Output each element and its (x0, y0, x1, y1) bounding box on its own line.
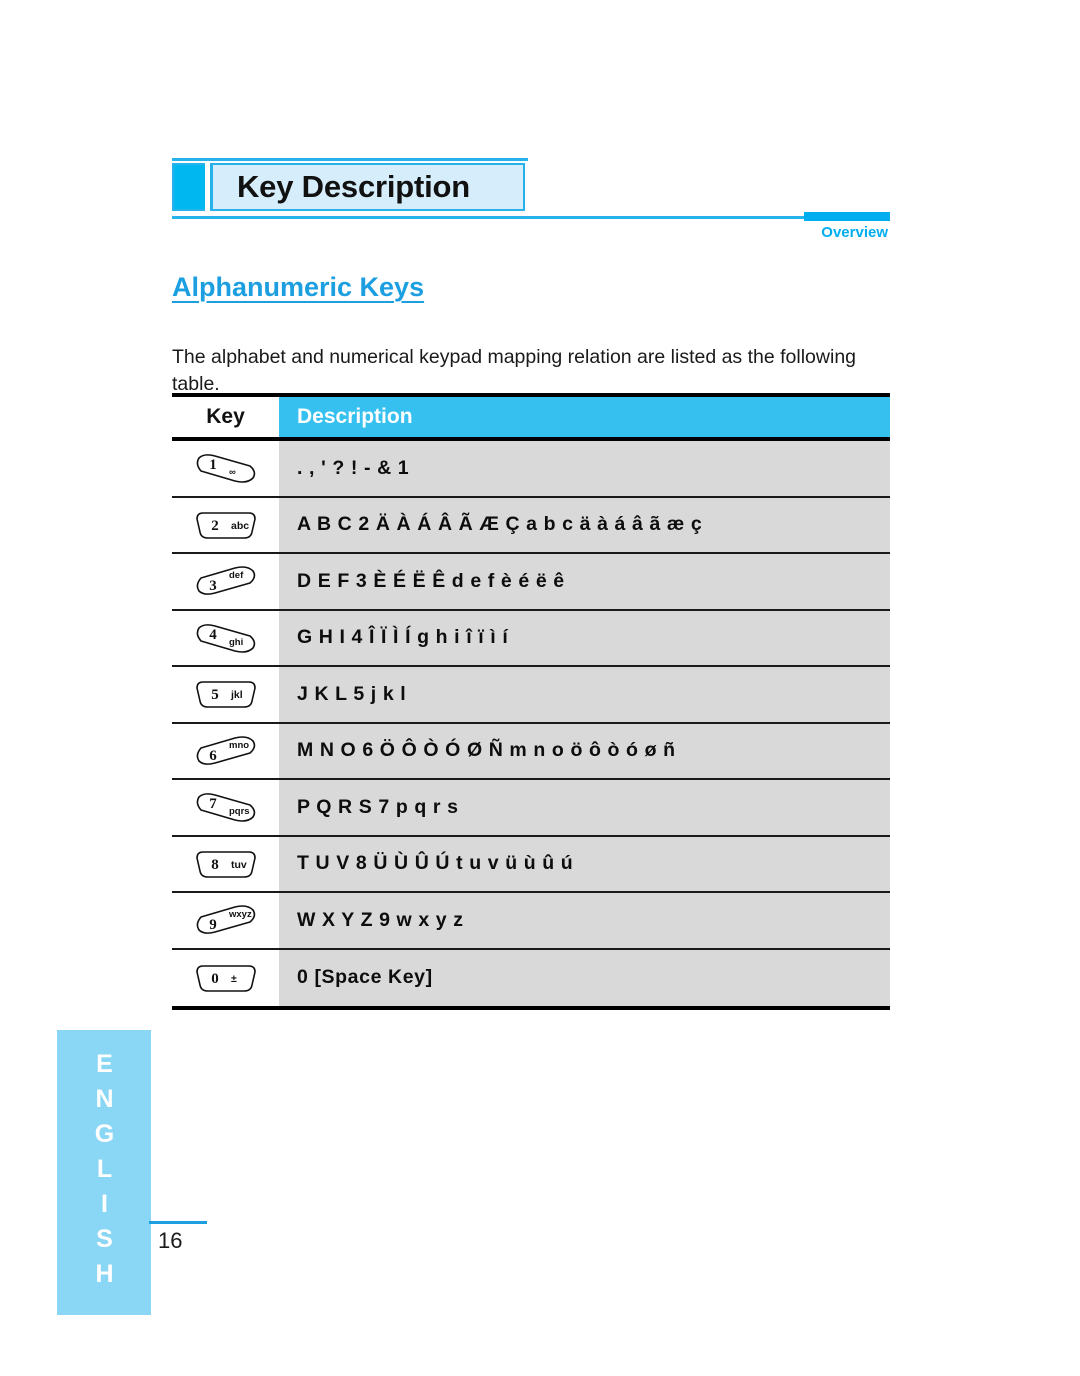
svg-text:mno: mno (229, 740, 249, 751)
language-side-tab: ENGLISH (57, 1030, 151, 1315)
header-top-rule (172, 158, 528, 161)
page-header: Key Description Overview (172, 158, 890, 241)
keypad-key-4-icon: 4 ghi (172, 610, 279, 665)
page-number: 16 (158, 1228, 183, 1253)
table-cell-description: 0 [Space Key] (279, 949, 890, 1006)
keypad-key-5-icon: 5 jkl (172, 667, 279, 722)
keypad-key-7-icon: 7 pqrs (172, 780, 279, 835)
manual-page: Key Description Overview Alphanumeric Ke… (0, 0, 1080, 1376)
table-cell-description: G H I 4 Î Ï Ì Í g h i î ï ì í (279, 610, 890, 665)
table-row: 4 ghi G H I 4 Î Ï Ì Í g h i î ï ì í (172, 610, 890, 667)
svg-text:2: 2 (211, 518, 219, 534)
page-title: Key Description (237, 169, 471, 204)
svg-text:def: def (229, 570, 244, 581)
keypad-key-1-icon: 1 ∞ (172, 441, 279, 496)
keypad-key-9-icon: 9 wxyz (172, 893, 279, 948)
keypad-key-3-icon: 3 def (172, 554, 279, 609)
header-section-bar (804, 212, 890, 221)
svg-text:abc: abc (231, 520, 249, 532)
table-body: 1 ∞ . , ' ? ! - & 1 2 abc A B C 2 Ä À Á … (172, 441, 890, 1006)
table-row: 2 abc A B C 2 Ä À Á Â Ã Æ Ç a b c ä à á … (172, 497, 890, 554)
svg-text:jkl: jkl (230, 689, 243, 701)
keypad-key-6-icon: 6 mno (172, 723, 279, 778)
section-tag-label: Overview (821, 224, 888, 241)
table-cell-description: J K L 5 j k l (279, 667, 890, 722)
svg-text:7: 7 (209, 796, 217, 812)
table-row: 0 ± 0 [Space Key] (172, 949, 890, 1006)
svg-text:ghi: ghi (229, 637, 243, 648)
table-row: 7 pqrs P Q R S 7 p q r s (172, 780, 890, 837)
keypad-key-0-icon: 0 ± (172, 949, 279, 1006)
header-bottom-rule (172, 216, 890, 219)
header-accent-square (172, 163, 205, 211)
header-title-box: Key Description (210, 163, 525, 211)
svg-text:9: 9 (209, 917, 217, 933)
svg-text:0: 0 (211, 971, 219, 987)
table-row: 9 wxyz W X Y Z 9 w x y z (172, 893, 890, 950)
key-description-table: Key Description 1 ∞ . , ' ? ! - & 1 2 ab… (172, 393, 890, 1010)
table-bottom-rule (172, 1006, 890, 1010)
table-cell-description: D E F 3 È É Ë Ê d e f è é ë ê (279, 554, 890, 609)
table-header-key: Key (172, 397, 279, 437)
table-row: 1 ∞ . , ' ? ! - & 1 (172, 441, 890, 498)
table-header-row: Key Description (172, 397, 890, 437)
svg-text:±: ± (231, 973, 237, 985)
table-cell-description: A B C 2 Ä À Á Â Ã Æ Ç a b c ä à á â ã æ … (279, 497, 890, 552)
table-cell-description: W X Y Z 9 w x y z (279, 893, 890, 948)
svg-text:3: 3 (209, 578, 217, 594)
header-title-bar: Key Description (172, 163, 890, 211)
svg-text:wxyz: wxyz (228, 909, 252, 920)
table-cell-description: T U V 8 Ü Ù Û Ú t u v ü ù û ú (279, 836, 890, 891)
table-row: 6 mno M N O 6 Ö Ô Ò Ó Ø Ñ m n o ö ô ò ó … (172, 723, 890, 780)
page-number-rule (149, 1221, 207, 1224)
svg-text:1: 1 (209, 457, 217, 473)
svg-text:tuv: tuv (231, 859, 247, 871)
table-row: 8 tuv T U V 8 Ü Ù Û Ú t u v ü ù û ú (172, 836, 890, 893)
table-row: 3 def D E F 3 È É Ë Ê d e f è é ë ê (172, 554, 890, 611)
keypad-key-8-icon: 8 tuv (172, 836, 279, 891)
svg-text:8: 8 (211, 857, 219, 873)
svg-text:5: 5 (211, 687, 219, 703)
svg-text:6: 6 (209, 748, 217, 764)
intro-paragraph: The alphabet and numerical keypad mappin… (172, 345, 857, 396)
table-cell-description: . , ' ? ! - & 1 (279, 441, 890, 496)
keypad-key-2-icon: 2 abc (172, 497, 279, 552)
table-cell-description: M N O 6 Ö Ô Ò Ó Ø Ñ m n o ö ô ò ó ø ñ (279, 723, 890, 778)
table-cell-description: P Q R S 7 p q r s (279, 780, 890, 835)
language-label: ENGLISH (90, 1050, 119, 1295)
svg-text:4: 4 (209, 627, 217, 643)
svg-text:∞: ∞ (229, 467, 236, 478)
section-heading: Alphanumeric Keys (172, 272, 425, 302)
table-header-description: Description (279, 397, 890, 437)
table-row: 5 jkl J K L 5 j k l (172, 667, 890, 724)
svg-text:pqrs: pqrs (229, 806, 250, 817)
